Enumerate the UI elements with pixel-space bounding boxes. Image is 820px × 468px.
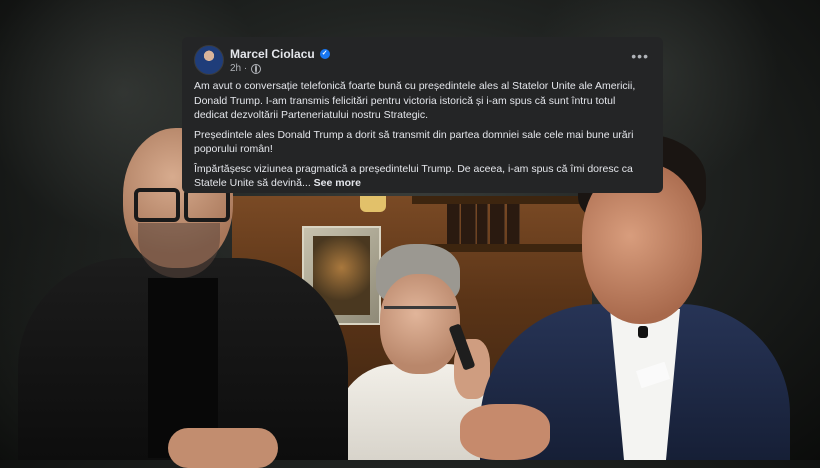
post-text: Am avut o conversație telefonică foarte … xyxy=(194,79,650,193)
lapel-microphone-icon xyxy=(638,326,648,338)
glasses xyxy=(384,306,456,325)
author-row: Marcel Ciolacu ✓ xyxy=(230,47,330,61)
clasped-hands xyxy=(168,428,278,468)
author-name[interactable]: Marcel Ciolacu xyxy=(230,47,315,61)
verified-badge-icon: ✓ xyxy=(319,49,330,59)
clasped-hands xyxy=(460,404,550,460)
book xyxy=(447,204,460,244)
avatar[interactable] xyxy=(194,45,224,75)
post-paragraph-text: Împărtășesc viziunea pragmatică a președ… xyxy=(194,162,633,190)
post-header: Marcel Ciolacu ✓ 2h · ••• xyxy=(194,45,651,77)
post-paragraph: Împărtășesc viziunea pragmatică a președ… xyxy=(194,162,650,191)
facebook-post-card: Marcel Ciolacu ✓ 2h · ••• Am avut o conv… xyxy=(182,37,663,193)
post-time[interactable]: 2h · xyxy=(230,63,247,74)
post-paragraph: Am avut o conversație telefonică foarte … xyxy=(194,80,636,121)
desk-lamp xyxy=(360,196,386,212)
more-options-icon[interactable]: ••• xyxy=(631,49,649,63)
post-paragraph: Președintele ales Donald Trump a dorit s… xyxy=(194,128,634,156)
globe-icon xyxy=(251,63,262,74)
post-meta: 2h · xyxy=(230,63,262,74)
see-more-link[interactable]: See more xyxy=(314,177,361,189)
